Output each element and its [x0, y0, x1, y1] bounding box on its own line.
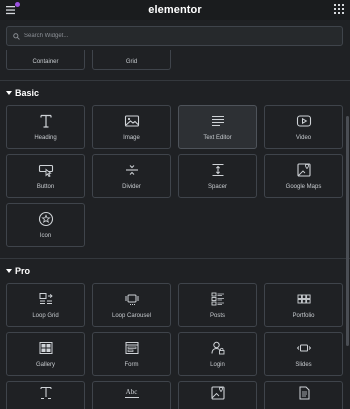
section-toggle-basic[interactable]: Basic [6, 88, 39, 98]
widget-video[interactable]: Video [264, 105, 343, 149]
widget-label: Divider [122, 184, 141, 190]
form-icon [125, 342, 138, 354]
widget-heading[interactable]: Heading [6, 105, 85, 149]
widget-google-maps[interactable]: Google Maps [264, 154, 343, 198]
section-divider [0, 80, 350, 81]
widget-document[interactable] [264, 381, 343, 409]
widgets-scroll-area[interactable]: Container Grid Basic Heading Image Text … [0, 50, 350, 409]
widget-gallery[interactable]: Gallery [6, 332, 85, 376]
login-icon [211, 341, 224, 355]
widget-label: Text Editor [203, 135, 232, 141]
widget-label: Form [124, 362, 139, 368]
widget-grid[interactable]: Grid [92, 50, 171, 70]
elementor-logo: elementor [148, 4, 202, 16]
heading-icon [39, 114, 52, 128]
widget-portfolio[interactable]: Portfolio [264, 283, 343, 327]
widget-label: Grid [125, 59, 138, 65]
widget-label: Loop Carousel [111, 313, 152, 319]
widget-divider[interactable]: Divider [92, 154, 171, 198]
loop-grid-icon [39, 293, 53, 304]
search-field[interactable] [6, 26, 343, 46]
posts-icon [211, 292, 224, 306]
search-box [6, 26, 343, 46]
widgets-grid-button[interactable] [334, 4, 344, 14]
widget-slides[interactable]: Slides [264, 332, 343, 376]
widget-label: Video [295, 135, 312, 141]
widget-label: Container [32, 59, 59, 65]
menu-button[interactable] [5, 2, 20, 16]
text-editor-icon [211, 115, 224, 127]
caret-down-icon [6, 91, 12, 95]
widget-label: Login [210, 362, 225, 368]
heading-icon [39, 386, 52, 399]
widget-spacer[interactable]: Spacer [178, 154, 257, 198]
widget-icon[interactable]: Icon [6, 203, 85, 247]
section-title-basic: Basic [15, 88, 40, 98]
widget-label: Icon [39, 233, 52, 239]
widget-label: Portfolio [292, 313, 315, 319]
widget-media[interactable] [178, 381, 257, 409]
scrollbar-thumb[interactable] [346, 116, 349, 346]
widget-label: Google Maps [285, 184, 322, 190]
elementor-widget-panel: elementor Container Grid [0, 0, 350, 409]
star-icon [38, 211, 53, 227]
notification-dot [15, 2, 20, 7]
widget-label: Image [123, 135, 140, 141]
section-divider [0, 258, 350, 259]
widget-loop-grid[interactable]: Loop Grid [6, 283, 85, 327]
widget-posts[interactable]: Posts [178, 283, 257, 327]
video-icon [296, 115, 311, 127]
widget-label: Posts [209, 313, 225, 319]
button-icon [38, 164, 53, 178]
image-icon [124, 115, 139, 127]
slides-icon [296, 344, 311, 352]
text-abc-icon: Abc [125, 388, 138, 396]
widget-label: Spacer [207, 184, 227, 190]
widget-login[interactable]: Login [178, 332, 257, 376]
widget-label: Loop Grid [32, 313, 59, 319]
section-title-pro: Pro [15, 266, 31, 276]
widget-loop-carousel[interactable]: Loop Carousel [92, 283, 171, 327]
widget-container[interactable]: Container [6, 50, 85, 70]
panel-header: elementor [0, 0, 350, 20]
section-toggle-pro[interactable]: Pro [6, 266, 30, 276]
document-icon [299, 386, 309, 400]
search-input[interactable] [20, 33, 342, 39]
portfolio-icon [297, 294, 311, 304]
underline-mark [124, 397, 139, 398]
search-icon [13, 32, 20, 40]
caret-down-icon [6, 269, 12, 273]
widget-animated-headline[interactable] [6, 381, 85, 409]
widget-label: Button [36, 184, 55, 190]
widget-label: Slides [295, 362, 312, 368]
image-icon [210, 386, 225, 400]
divider-icon [125, 165, 138, 175]
spacer-icon [212, 163, 223, 177]
loop-carousel-icon [125, 294, 138, 305]
google-maps-icon [296, 163, 311, 177]
widget-label: Heading [34, 135, 57, 141]
widget-text-path[interactable]: Abc [92, 381, 171, 409]
widget-form[interactable]: Form [92, 332, 171, 376]
widget-label: Gallery [35, 362, 55, 368]
widget-image[interactable]: Image [92, 105, 171, 149]
gallery-icon [39, 342, 52, 354]
widget-button[interactable]: Button [6, 154, 85, 198]
widget-text-editor[interactable]: Text Editor [178, 105, 257, 149]
apps-grid-icon [334, 4, 344, 14]
